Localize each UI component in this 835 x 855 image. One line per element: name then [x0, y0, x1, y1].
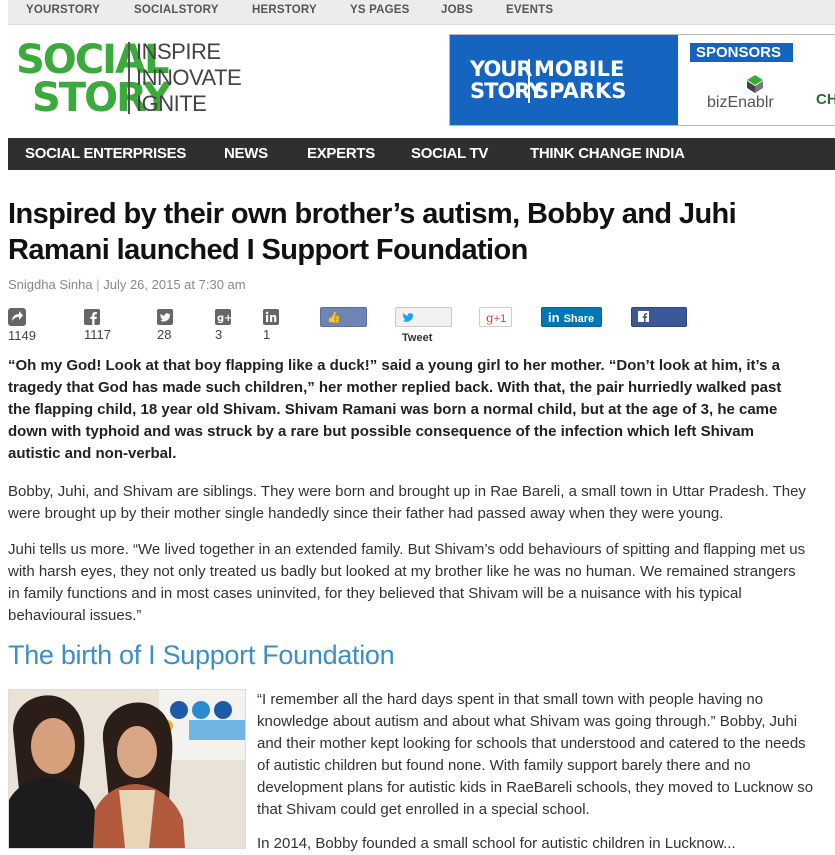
gplus-count: g+ 3	[215, 308, 233, 342]
linkedin-icon	[263, 309, 279, 325]
twitter-bird-icon	[402, 313, 414, 322]
network-link-yourstory[interactable]: YOURSTORY	[26, 4, 100, 16]
article-photo[interactable]	[8, 689, 246, 849]
banner-sponsors-label: SPONSORS	[690, 43, 794, 62]
nav-social-tv[interactable]: SOCIAL TV	[411, 145, 488, 162]
facebook-like-button[interactable]: 👍 Like	[320, 307, 367, 344]
nav-social-enterprises[interactable]: SOCIAL ENTERPRISES	[25, 145, 186, 162]
linkedin-share-label: Share	[563, 313, 595, 325]
facebook-count: 1117	[84, 308, 111, 342]
facebook-f-icon	[638, 311, 649, 322]
linkedin-count-value: 1	[263, 327, 271, 342]
logo-tag-innovate: INNOVATE	[136, 65, 242, 90]
gplus-label: +1	[493, 313, 507, 325]
article-paragraph-3: “I remember all the hard days spent in t…	[257, 691, 814, 818]
article-lead-paragraph: “Oh my God! Look at that boy flapping li…	[8, 357, 782, 462]
share-count-value: 1149	[8, 328, 36, 343]
linkedin-count: 1	[263, 308, 281, 342]
facebook-share-label: Share	[638, 332, 669, 344]
gplus-g-icon: g	[486, 311, 494, 325]
article-paragraph-1: Bobby, Juhi, and Shivam are siblings. Th…	[8, 483, 806, 522]
banner-yourstory-logo: YOUR STORY	[470, 57, 544, 103]
linkedin-logo-icon: in	[548, 310, 560, 325]
facebook-icon	[84, 309, 100, 325]
author-name[interactable]: Snigdha Sinha	[8, 277, 93, 292]
article-paragraph-4: In 2014, Bobby founded a small school fo…	[257, 835, 736, 852]
main-nav-bar: SOCIAL ENTERPRISES NEWS EXPERTS SOCIAL T…	[8, 138, 835, 170]
logo-tag-inspire: INSPIRE	[136, 39, 221, 64]
byline-separator: |	[96, 277, 100, 292]
banner-event-line1: MOBILE	[534, 57, 625, 81]
banner-sponsor-cut: CH	[816, 91, 835, 108]
bizenablr-icon	[747, 75, 763, 93]
nav-news[interactable]: NEWS	[224, 145, 268, 162]
article-title: Inspired by their own brother’s autism, …	[8, 198, 737, 266]
article-paragraph-2: Juhi tells us more. “We lived together i…	[8, 541, 806, 624]
banner-ys-line2: STORY	[470, 79, 544, 103]
network-link-jobs[interactable]: JOBS	[441, 4, 473, 16]
banner-event-line2: SPARKS	[534, 79, 627, 103]
gplus-count-value: 3	[215, 327, 223, 342]
google-plus-icon: g+	[215, 309, 233, 325]
gplus-one-button[interactable]: g+1	[479, 307, 512, 327]
tweet-button[interactable]: Tweet	[395, 307, 452, 344]
section-subheading: The birth of I Support Foundation	[8, 640, 395, 670]
publish-date: July 26, 2015 at 7:30 am	[103, 277, 246, 292]
share-arrow-icon	[8, 308, 26, 326]
facebook-count-value: 1117	[84, 327, 111, 342]
founders-photo	[9, 690, 245, 848]
nav-think-change-india[interactable]: THINK CHANGE INDIA	[530, 145, 685, 162]
nav-experts[interactable]: EXPERTS	[307, 145, 375, 162]
logo-tag-ignite: IGNITE	[136, 91, 207, 116]
article-byline: Snigdha Sinha | July 26, 2015 at 7:30 am	[8, 277, 246, 292]
network-nav-bar: YOURSTORY SOCIALSTORY HERSTORY YS PAGES …	[8, 0, 835, 25]
like-label: Like	[327, 332, 350, 344]
facebook-share-button[interactable]: Share	[631, 307, 687, 344]
twitter-count-value: 28	[157, 327, 172, 342]
mobile-sparks-banner[interactable]: YOUR STORY MOBILE SPARKS SPONSORS bizEna…	[449, 34, 835, 126]
svg-text:g+: g+	[217, 313, 231, 324]
thumbs-up-icon: 👍	[327, 312, 341, 324]
network-link-events[interactable]: EVENTS	[506, 4, 553, 16]
network-link-socialstory[interactable]: SOCIALSTORY	[134, 4, 219, 16]
tweet-label: Tweet	[402, 332, 433, 344]
banner-mobile-sparks: MOBILE SPARKS	[534, 58, 626, 102]
logo-divider	[128, 42, 130, 114]
banner-ys-line1: YOUR	[470, 57, 533, 81]
banner-divider	[528, 59, 530, 103]
total-shares-count: 1149	[8, 308, 36, 343]
linkedin-share-button[interactable]: in Share	[541, 307, 602, 327]
twitter-count: 28	[157, 308, 175, 342]
network-link-herstory[interactable]: HERSTORY	[252, 4, 317, 16]
twitter-icon	[157, 309, 173, 325]
site-logo[interactable]: SOCIAL STORY INSPIRE INNOVATE IGNITE	[16, 38, 256, 119]
network-link-yspages[interactable]: YS PAGES	[350, 4, 410, 16]
banner-sponsor-bizenablr: bizEnablr	[707, 94, 774, 111]
